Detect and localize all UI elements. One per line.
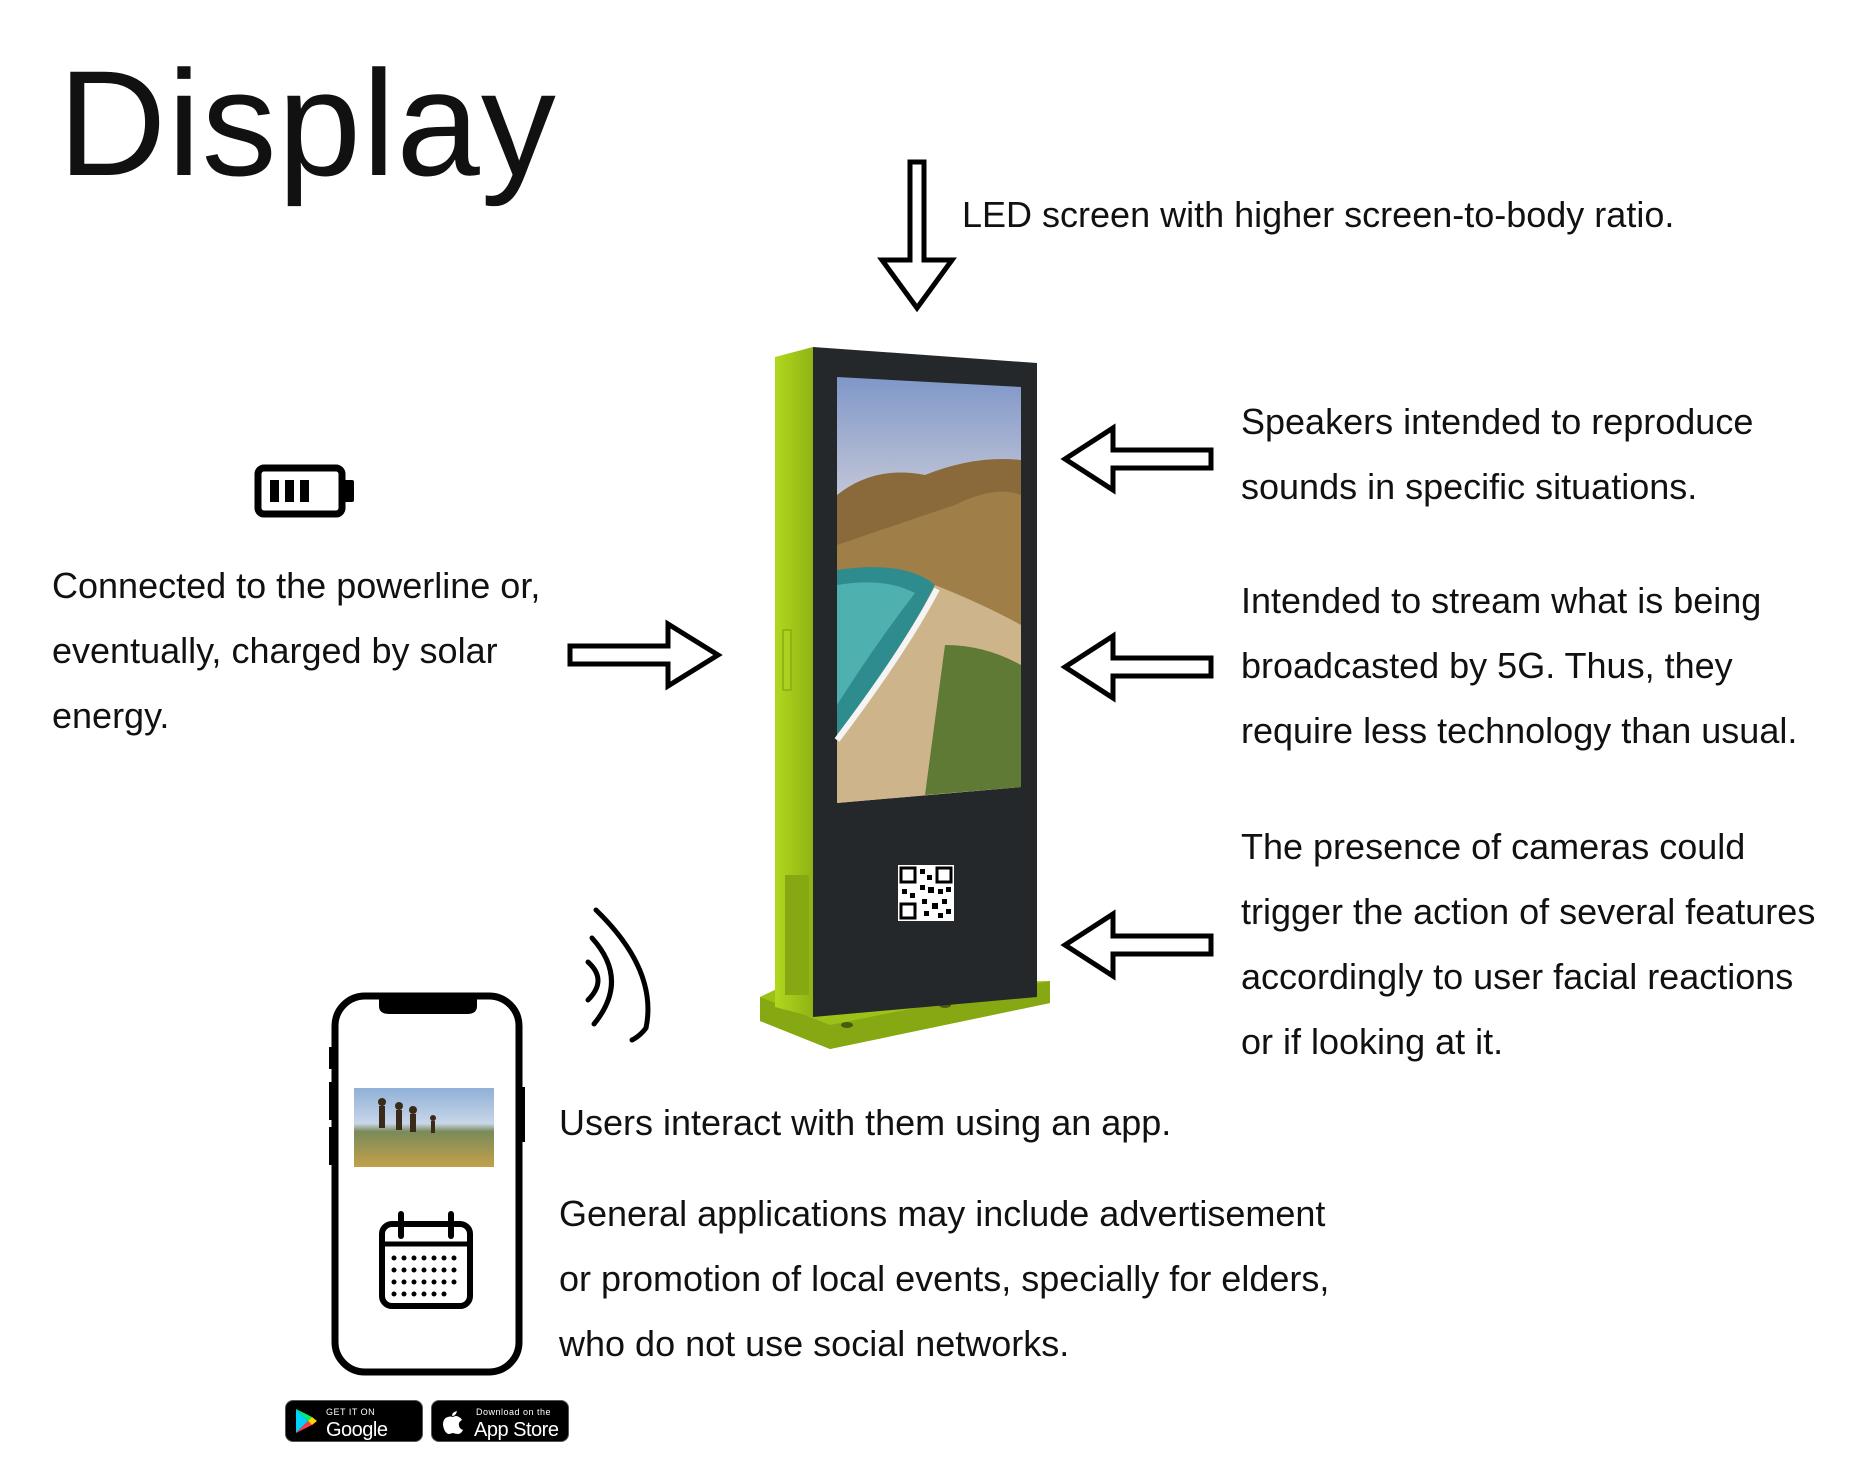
wireless-signal-icon [585, 907, 651, 1043]
arrow-down-icon [877, 159, 957, 313]
power-annotation: Connected to the powerline or, eventuall… [52, 565, 541, 736]
general-applications-annotation: General applications may include adverti… [559, 1193, 1330, 1364]
page-title: Display [58, 39, 557, 207]
kiosk-display [760, 347, 1050, 1049]
speakers-annotation: Speakers intended to reproduce sounds in… [1241, 401, 1754, 507]
arrow-right-icon [567, 619, 723, 691]
stream-annotation: Intended to stream what is being broadca… [1241, 580, 1798, 751]
app-annotation: Users interact with them using an app. [559, 1102, 1172, 1143]
arrow-left-icon [1060, 909, 1214, 981]
smartphone-icon [329, 992, 525, 1376]
app-store-badge[interactable]: Download on the App Store [431, 1400, 569, 1442]
led-screen-annotation: LED screen with higher screen-to-body ra… [962, 194, 1675, 235]
battery-icon [254, 464, 354, 518]
google-play-icon [296, 1409, 317, 1433]
cameras-annotation: The presence of cameras could trigger th… [1241, 826, 1816, 1062]
calendar-icon [379, 1211, 473, 1309]
google-play-badge[interactable]: GET IT ON Google Play [285, 1400, 423, 1464]
arrow-left-icon [1060, 631, 1214, 703]
apple-icon [443, 1411, 463, 1434]
arrow-left-icon [1060, 423, 1214, 495]
qr-code-icon [898, 865, 954, 921]
